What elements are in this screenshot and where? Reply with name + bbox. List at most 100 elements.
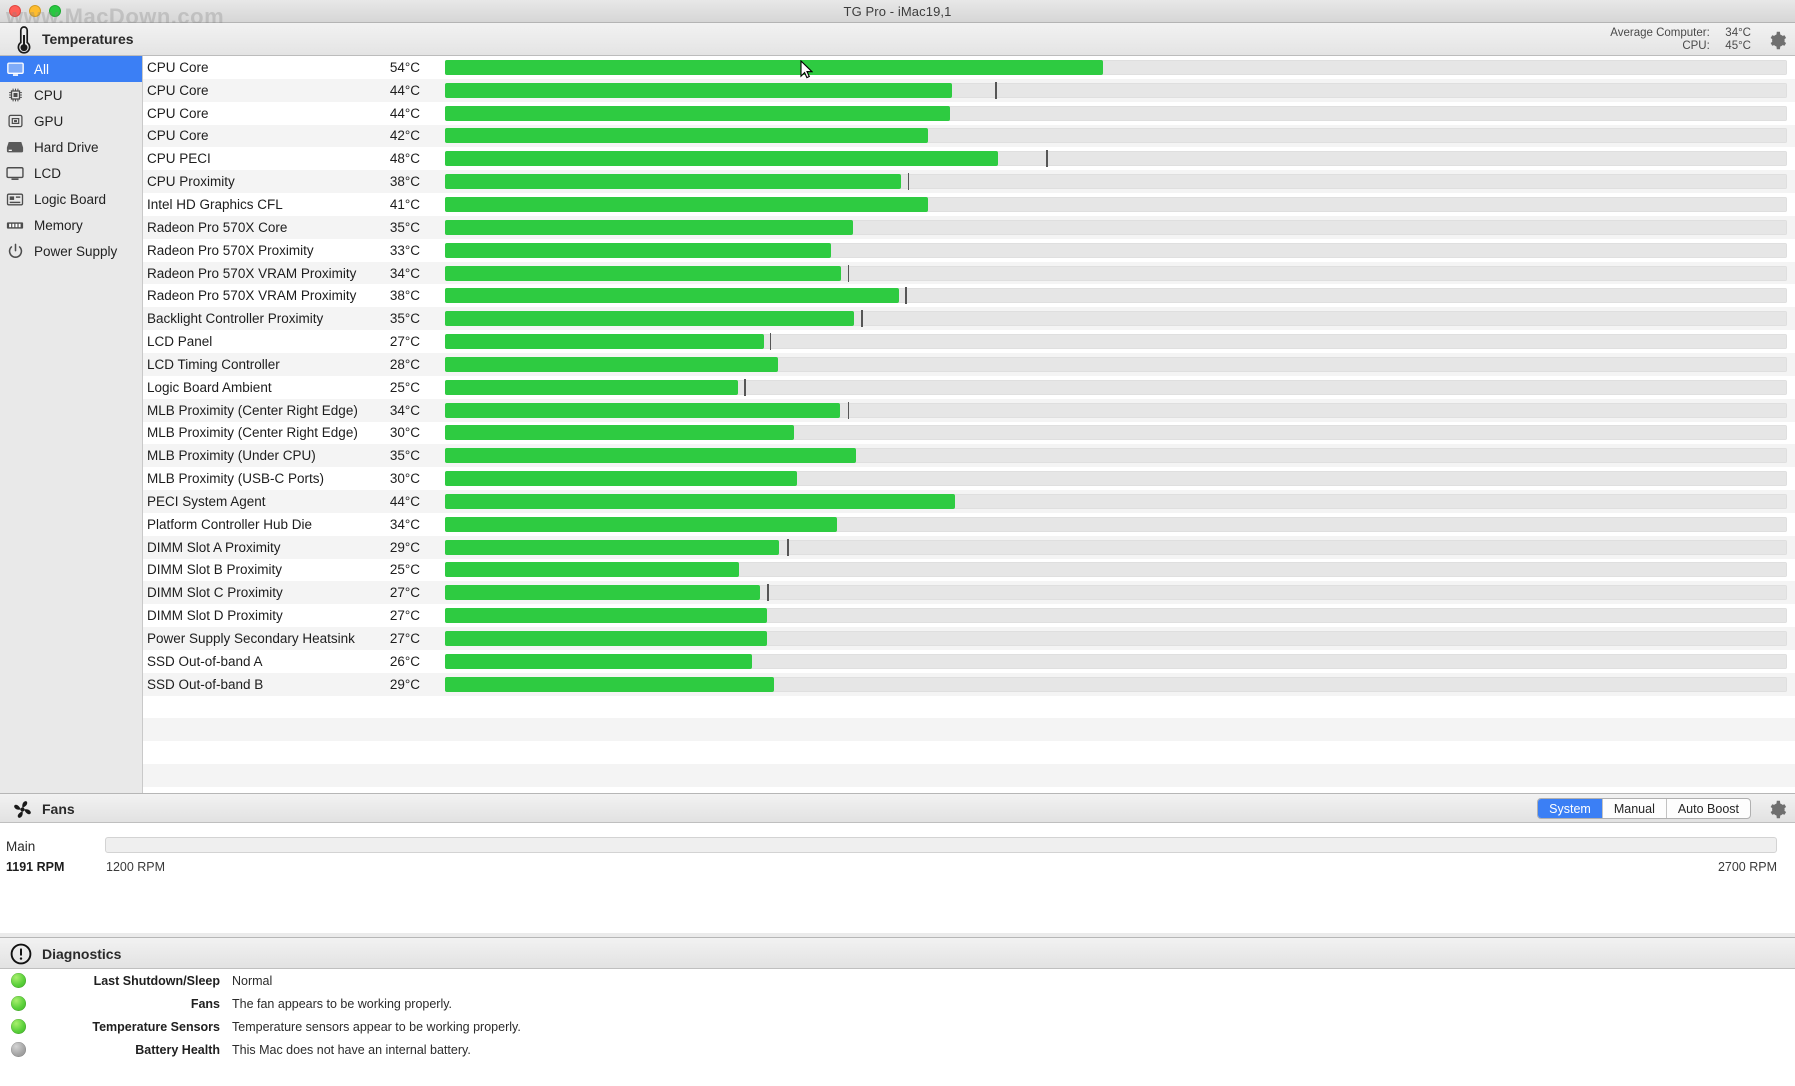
table-row[interactable]: SSD Out-of-band B 29°C — [143, 672, 1795, 696]
gear-icon[interactable] — [1768, 31, 1787, 55]
sensor-temperature-value: 27°C — [389, 334, 420, 350]
table-row[interactable]: CPU Core 44°C — [143, 78, 1795, 102]
table-row[interactable]: CPU Proximity 38°C — [143, 170, 1795, 194]
sensor-bar — [445, 219, 1787, 235]
sensor-temperature-value: 27°C — [389, 585, 420, 601]
sensor-bar — [445, 242, 1787, 258]
diagnostic-label: Last Shutdown/Sleep — [93, 973, 220, 988]
sensor-bar — [445, 653, 1787, 669]
sidebar-item-label: GPU — [34, 113, 64, 129]
table-row[interactable]: CPU PECI 48°C — [143, 147, 1795, 171]
sensor-name: PECI System Agent — [147, 493, 266, 509]
zoom-button[interactable] — [49, 5, 61, 17]
fan-mode-auto-boost[interactable]: Auto Boost — [1667, 799, 1750, 818]
bar-fill — [445, 219, 853, 235]
fan-mode-system[interactable]: System — [1538, 799, 1603, 818]
bar-fill — [445, 311, 855, 327]
exclamation-circle-icon — [10, 943, 32, 970]
sensor-bar — [445, 538, 1787, 556]
table-row[interactable]: Intel HD Graphics CFL 41°C — [143, 193, 1795, 216]
tg-pro-window: TG Pro - iMac19,1 www.MacDown.com Temper… — [0, 0, 1795, 1086]
table-row[interactable]: CPU Core 42°C — [143, 124, 1795, 148]
fan-mode-manual[interactable]: Manual — [1603, 799, 1667, 818]
table-row[interactable]: Radeon Pro 570X Proximity 33°C — [143, 238, 1795, 262]
table-row[interactable]: DIMM Slot B Proximity 25°C — [143, 558, 1795, 582]
sidebar-item-power-supply[interactable]: Power Supply — [0, 238, 142, 264]
table-row[interactable]: LCD Timing Controller 28°C — [143, 352, 1795, 376]
diagnostic-row: Temperature Sensors Temperature sensors a… — [0, 1015, 1795, 1038]
table-row[interactable]: LCD Panel 27°C — [143, 330, 1795, 353]
sidebar-item-all[interactable]: All — [0, 56, 142, 82]
table-row[interactable]: MLB Proximity (Under CPU) 35°C — [143, 444, 1795, 468]
bar-fill — [445, 242, 832, 258]
table-row[interactable]: DIMM Slot D Proximity 27°C — [143, 604, 1795, 628]
sensor-temperature-value: 44°C — [389, 82, 420, 98]
table-row[interactable]: CPU Core 44°C — [143, 101, 1795, 125]
status-indicator-icon — [11, 1019, 26, 1034]
sensor-name: DIMM Slot D Proximity — [147, 608, 283, 624]
sidebar-item-memory[interactable]: Memory — [0, 212, 142, 238]
table-row[interactable]: MLB Proximity (Center Right Edge) 34°C — [143, 398, 1795, 422]
table-row[interactable]: Power Supply Secondary Heatsink 27°C — [143, 627, 1795, 650]
table-row[interactable]: MLB Proximity (Center Right Edge) 30°C — [143, 421, 1795, 445]
close-button[interactable] — [9, 5, 21, 17]
sensor-name: Radeon Pro 570X Proximity — [147, 242, 314, 258]
table-row[interactable]: CPU Core 54°C — [143, 56, 1795, 79]
monitor-icon — [4, 164, 26, 182]
sensor-temperature-value: 38°C — [389, 174, 420, 190]
sidebar-item-cpu[interactable]: CPU — [0, 82, 142, 108]
sidebar-item-label: Logic Board — [34, 191, 107, 207]
diagnostic-text: This Mac does not have an internal batte… — [232, 1042, 471, 1057]
sidebar-item-hard-drive[interactable]: Hard Drive — [0, 134, 142, 160]
diagnostic-text: The fan appears to be working properly. — [232, 996, 453, 1011]
sidebar-item-label: Power Supply — [34, 243, 118, 259]
minimize-button[interactable] — [29, 5, 41, 17]
sensor-bar — [445, 378, 1787, 396]
sensor-name: LCD Panel — [147, 334, 213, 350]
empty-row — [143, 695, 1795, 719]
fan-icon — [12, 799, 33, 825]
fan-mode-segmented-control[interactable]: System Manual Auto Boost — [1537, 798, 1751, 819]
sensor-name: Radeon Pro 570X VRAM Proximity — [147, 288, 357, 304]
table-row[interactable]: Backlight Controller Proximity 35°C — [143, 307, 1795, 331]
status-indicator-icon — [11, 1042, 26, 1057]
average-readout: Average Computer: 34°C CPU: 45°C — [1610, 27, 1751, 53]
status-indicator-icon — [11, 973, 26, 988]
category-sidebar: All CPU GPU Hard Drive LCD Logic Board M… — [0, 56, 143, 793]
table-row[interactable]: SSD Out-of-band A 26°C — [143, 649, 1795, 673]
table-row[interactable]: Logic Board Ambient 25°C — [143, 375, 1795, 399]
sensor-bar — [445, 608, 1787, 624]
table-row[interactable]: Radeon Pro 570X VRAM Proximity 38°C — [143, 284, 1795, 308]
bar-fill — [445, 448, 856, 464]
sensor-bar — [445, 425, 1787, 441]
table-row[interactable]: Radeon Pro 570X Core 35°C — [143, 215, 1795, 239]
bar-fill — [445, 82, 953, 98]
fans-title: Fans — [42, 801, 75, 817]
sensor-name: DIMM Slot A Proximity — [147, 539, 281, 555]
bar-fill — [445, 493, 955, 509]
table-row[interactable]: DIMM Slot A Proximity 29°C — [143, 535, 1795, 559]
temperatures-header: Temperatures Average Computer: 34°C CPU:… — [0, 23, 1795, 56]
table-row[interactable]: DIMM Slot C Proximity 27°C — [143, 581, 1795, 605]
temperature-sensor-list[interactable]: CPU Core 54°C CPU Core 44°C CPU Core 44°C CPU … — [143, 56, 1795, 793]
sensor-temperature-value: 26°C — [389, 653, 420, 669]
gear-icon[interactable] — [1768, 800, 1787, 824]
sidebar-item-logic-board[interactable]: Logic Board — [0, 186, 142, 212]
sensor-temperature-value: 34°C — [389, 402, 420, 418]
sensor-temperature-value: 29°C — [389, 676, 420, 692]
table-row[interactable]: Radeon Pro 570X VRAM Proximity 34°C — [143, 261, 1795, 285]
bar-fill — [445, 585, 761, 601]
sidebar-item-lcd[interactable]: LCD — [0, 160, 142, 186]
average-computer-label: Average Computer: — [1610, 27, 1710, 39]
fan-max-rpm: 2700 RPM — [1717, 860, 1777, 874]
bar-fill — [445, 334, 765, 350]
table-row[interactable]: Platform Controller Hub Die 34°C — [143, 512, 1795, 536]
diagnostic-row: Battery Health This Mac does not have an … — [0, 1038, 1795, 1061]
table-row[interactable]: PECI System Agent 44°C — [143, 490, 1795, 513]
table-row[interactable]: MLB Proximity (USB-C Ports) 30°C — [143, 467, 1795, 491]
sensor-name: MLB Proximity (USB-C Ports) — [147, 471, 325, 487]
sidebar-item-gpu[interactable]: GPU — [0, 108, 142, 134]
sensor-bar — [445, 448, 1787, 464]
cpu-average-label: CPU: — [1682, 40, 1710, 52]
fan-speed-slider[interactable] — [105, 837, 1777, 853]
